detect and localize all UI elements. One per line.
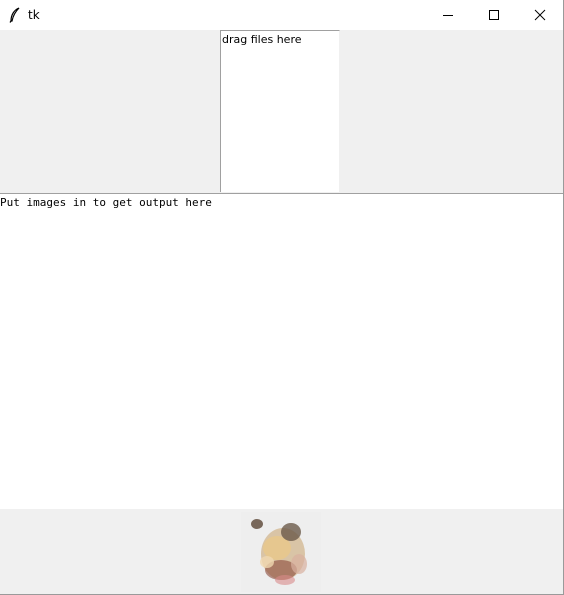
window-title: tk xyxy=(28,8,40,22)
drop-zone[interactable]: drag files here xyxy=(220,30,340,192)
minimize-icon xyxy=(442,6,454,25)
drop-zone-label: drag files here xyxy=(222,33,302,46)
minimize-button[interactable] xyxy=(425,0,471,30)
close-icon xyxy=(534,6,546,25)
title-bar[interactable]: tk xyxy=(0,0,563,30)
maximize-button[interactable] xyxy=(471,0,517,30)
close-button[interactable] xyxy=(517,0,563,30)
feather-icon xyxy=(8,7,22,23)
output-textbox[interactable]: Put images in to get output here xyxy=(0,193,563,509)
preview-area xyxy=(0,509,563,594)
drop-area-container: drag files here xyxy=(0,30,563,192)
output-text: Put images in to get output here xyxy=(0,196,212,209)
maximize-icon xyxy=(488,6,500,25)
image-thumbnail xyxy=(241,512,321,592)
app-window: tk drag files here Put images in to get … xyxy=(0,0,564,595)
